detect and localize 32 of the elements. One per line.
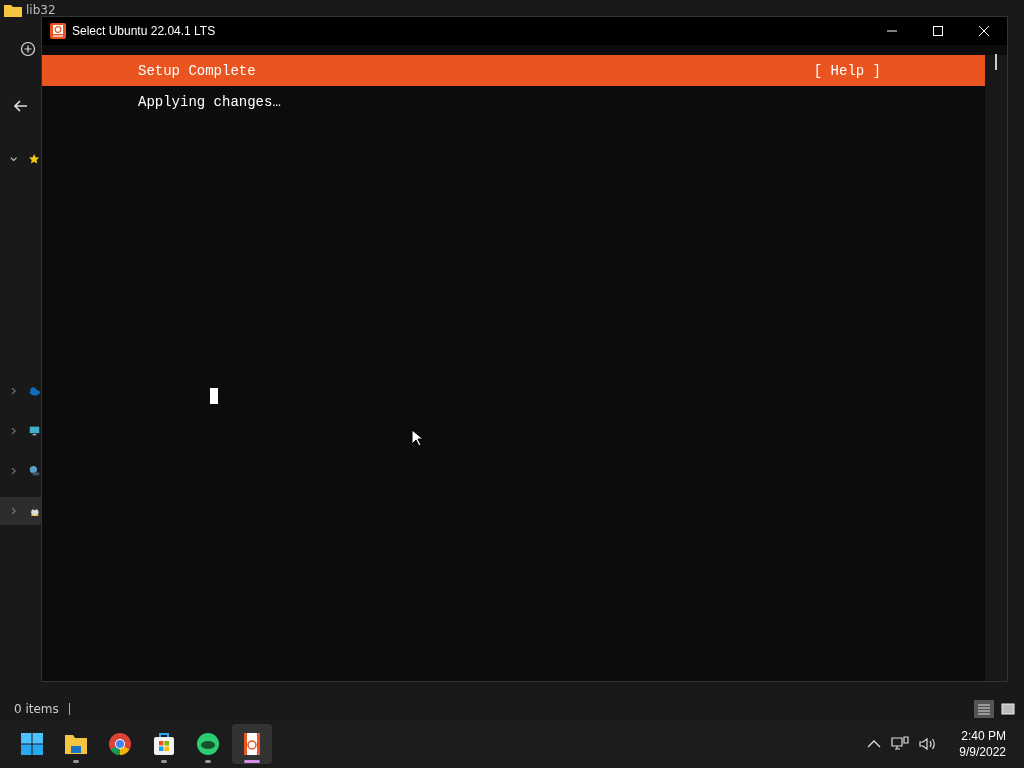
window-title: Select Ubuntu 22.04.1 LTS bbox=[72, 24, 216, 38]
taskbar-button[interactable] bbox=[232, 724, 272, 764]
folder-title: lib32 bbox=[26, 3, 56, 17]
output-line: Applying changes… bbox=[138, 94, 282, 112]
store-app-icon[interactable] bbox=[152, 732, 176, 756]
chevron-right-icon[interactable] bbox=[10, 426, 18, 436]
network-icon[interactable] bbox=[891, 736, 910, 752]
disc-app-icon[interactable] bbox=[196, 732, 220, 756]
chevron-up-icon[interactable] bbox=[867, 739, 882, 749]
chevron-right-icon[interactable] bbox=[10, 466, 18, 476]
new-tab-icon[interactable] bbox=[20, 41, 36, 57]
back-arrow-icon[interactable] bbox=[14, 97, 28, 109]
help-button[interactable]: [ Help ] bbox=[813, 62, 881, 79]
maximize-icon[interactable] bbox=[932, 25, 944, 37]
chevron-right-icon[interactable] bbox=[10, 506, 18, 516]
tiles-view-button[interactable] bbox=[998, 700, 1018, 718]
windows-logo-icon[interactable] bbox=[20, 732, 44, 756]
chevron-down-icon[interactable] bbox=[10, 154, 18, 164]
mouse-pointer-icon bbox=[411, 429, 423, 447]
clock-time[interactable]: 2:40 PM bbox=[961, 728, 1006, 744]
folder-app-icon[interactable] bbox=[64, 732, 88, 756]
scrollbar-thumb[interactable] bbox=[995, 54, 997, 70]
screen-title: Setup Complete bbox=[138, 62, 256, 79]
item-count: 0 items bbox=[14, 702, 59, 716]
browser-app-icon[interactable] bbox=[108, 732, 132, 756]
close-icon[interactable] bbox=[978, 25, 990, 37]
folder-icon bbox=[4, 3, 22, 17]
chevron-right-icon[interactable] bbox=[10, 386, 18, 396]
clock-date[interactable]: 9/9/2022 bbox=[959, 744, 1006, 760]
speaker-icon[interactable] bbox=[919, 737, 938, 751]
sidebar-item[interactable] bbox=[0, 497, 41, 525]
ubuntu-app-icon bbox=[50, 23, 66, 39]
